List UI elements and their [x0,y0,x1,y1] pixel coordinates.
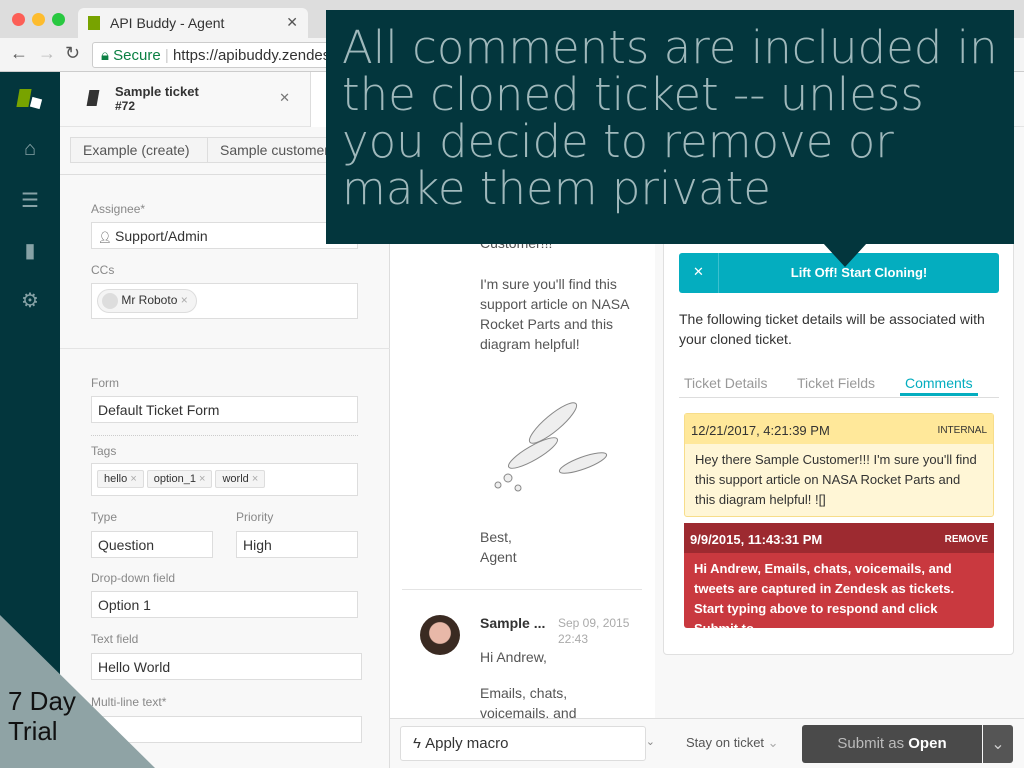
ticket-icon [86,90,100,106]
tag-chip: world × [215,470,266,488]
assignee-field[interactable]: 👤︎ Support/Admin [91,222,358,249]
priority-label: Priority [236,510,274,524]
ticket-tab[interactable]: Sample ticket #72 ✕ [70,72,310,127]
apply-macro-select[interactable]: ϟ Apply macro ⌄ [400,726,655,761]
lightning-icon: ϟ [413,735,426,752]
conversation-panel: Customer!!! I'm sure you'll find this su… [390,175,655,721]
forward-icon[interactable]: → [38,43,56,64]
dropdown-select[interactable]: Option 1 [91,591,358,618]
internal-badge[interactable]: INTERNAL [938,421,987,437]
chevron-down-icon: ⌄ [767,735,779,750]
avatar [420,615,460,655]
user-icon: 👤︎ [98,232,116,244]
cc-name: Mr Roboto [121,293,178,308]
tab-comments[interactable]: Comments [900,375,978,396]
comment-date: Sep 09, 2015 22:43 [558,616,630,646]
stay-label: Stay on ticket [686,735,765,750]
remove-cc-icon[interactable]: × [181,293,188,307]
trial-label: 7 Day Trial [8,686,76,746]
close-window-button[interactable] [12,13,25,26]
close-icon[interactable]: ✕ [679,253,719,293]
close-tab-icon[interactable]: ✕ [286,14,298,31]
clone-card: ✕ Lift Off! Start Cloning! The following… [663,240,1014,655]
browser-tab[interactable]: API Buddy - Agent ✕ [78,8,308,38]
comment-text: I'm sure you'll find this support articl… [480,276,629,352]
settings-icon[interactable]: ⚙ [18,288,42,312]
tags-label: Tags [91,444,117,458]
zendesk-logo-square [29,96,43,110]
assignee-label: Assignee* [91,202,146,216]
submit-options-button[interactable]: ⌄ [983,725,1013,763]
clone-intro-text: The following ticket details will be ass… [679,311,985,347]
rocket-diagram-image [494,402,608,492]
ccs-label: CCs [91,263,115,277]
comment-text: Hi Andrew, [480,649,547,665]
back-icon[interactable]: ← [10,43,28,64]
start-label: Start Cloning! [841,265,928,280]
remove-comment-button[interactable]: REMOVE [945,530,988,546]
tutorial-tooltip: All comments are included in the cloned … [326,10,1014,244]
lock-icon: 🔒︎ [101,47,109,64]
lift-label: Lift Off! [790,265,838,280]
comment-text: Best, [480,529,512,545]
remove-tag-icon[interactable]: × [130,473,136,485]
comment-body: Hey there Sample Customer!!! I'm sure yo… [695,452,977,507]
reporting-icon[interactable]: ▮ [18,238,42,262]
avatar [102,293,118,309]
maximize-window-button[interactable] [52,13,65,26]
comment-date: 9/9/2015, 11:43:31 PM [690,532,823,547]
comment-author: Sample ... [480,615,546,631]
comment-text: Emails, chats, voicemails, and [480,685,577,721]
tab-title: API Buddy - Agent [110,15,225,31]
tab-ticket-fields[interactable]: Ticket Fields [797,375,875,391]
reload-icon[interactable]: ↻ [65,43,80,64]
secure-label: Secure [113,47,161,64]
type-select[interactable]: Question [91,531,213,558]
zendesk-favicon-icon [88,16,100,30]
multiline-input[interactable] [91,716,362,743]
ticket-properties-panel: Assignee* 👤︎ Support/Admin CCs Mr Roboto… [60,175,390,768]
type-label: Type [91,510,118,524]
tags-field[interactable]: hello × option_1 × world × [91,463,358,496]
tooltip-arrow [823,243,867,267]
cc-chip: Mr Roboto × [97,289,197,313]
text-field-label: Text field [91,632,139,646]
example-create-button[interactable]: Example (create) [70,137,208,163]
submit-label: Submit as [837,735,905,752]
ticket-footer: ϟ Apply macro ⌄ Stay on ticket ⌄ Submit a… [390,718,1024,768]
submit-button[interactable]: Submit as Open [802,725,982,763]
remove-tag-icon[interactable]: × [252,473,258,485]
priority-select[interactable]: High [236,531,358,558]
macro-label: Apply macro [425,735,509,752]
comment-text: Agent [480,549,517,565]
comment-public: 9/9/2015, 11:43:31 PM REMOVE Hi Andrew, E… [684,523,994,636]
submit-status: Open [908,735,947,752]
tag-chip: option_1 × [146,470,213,488]
text-field-input[interactable]: Hello World [91,653,362,680]
multiline-label: Multi-line text* [91,695,167,709]
chevron-down-icon: ⌄ [991,736,1005,753]
ccs-field[interactable]: Mr Roboto × [91,283,358,319]
dropdown-label: Drop-down field [91,571,176,585]
stay-on-ticket-select[interactable]: Stay on ticket ⌄ [686,735,779,751]
close-ticket-tab-icon[interactable]: ✕ [279,90,290,106]
remove-tag-icon[interactable]: × [199,473,205,485]
form-label: Form [91,376,119,390]
home-icon[interactable]: ⌂ [18,138,42,162]
trial-line2: Trial [8,716,58,746]
assignee-value: Support/Admin [115,228,208,244]
views-icon[interactable]: ☰ [18,188,42,212]
minimize-window-button[interactable] [32,13,45,26]
form-select[interactable]: Default Ticket Form [91,396,358,423]
tag-chip: hello × [97,470,144,488]
chevron-down-icon: ⌄ [645,736,655,748]
trial-line1: 7 Day [8,686,76,716]
comment-date: 12/21/2017, 4:21:39 PM [691,423,830,438]
tab-ticket-details[interactable]: Ticket Details [684,375,768,391]
comment-internal: 12/21/2017, 4:21:39 PM INTERNAL Hey there… [684,413,994,517]
comment-body: Hi Andrew, Emails, chats, voicemails, an… [694,561,955,636]
